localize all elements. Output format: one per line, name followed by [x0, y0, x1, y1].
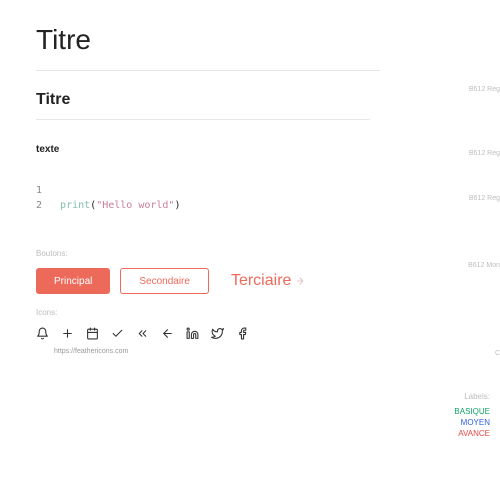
- font-note: B612 Reg: [469, 195, 500, 202]
- divider: [36, 70, 380, 71]
- line-number: 1: [36, 183, 48, 198]
- arrow-left-icon: [161, 327, 174, 340]
- code-bracket: ): [174, 200, 180, 211]
- label-avance: AVANCE: [454, 429, 490, 438]
- bell-icon: [36, 327, 49, 340]
- linkedin-icon: [186, 327, 199, 340]
- labels-section-label: Labels:: [454, 392, 490, 401]
- section-title: Titre: [36, 91, 500, 109]
- label-basique: BASIQUE: [454, 407, 490, 416]
- calendar-icon: [86, 327, 99, 340]
- line-number: 2: [36, 198, 48, 213]
- secondary-button[interactable]: Secondaire: [120, 268, 209, 294]
- edge-letter: C: [495, 350, 500, 357]
- code-block: 1 2 print("Hello world"): [36, 183, 500, 213]
- icons-link[interactable]: https://feathericons.com: [54, 348, 500, 355]
- icons-section-label: Icons:: [36, 308, 500, 317]
- plus-icon: [61, 327, 74, 340]
- body-text: texte: [36, 144, 500, 155]
- primary-button[interactable]: Principal: [36, 268, 110, 294]
- buttons-section-label: Boutons:: [36, 249, 500, 258]
- tertiary-button-label: Terciaire: [231, 272, 291, 290]
- labels-block: Labels: BASIQUE MOYEN AVANCE: [454, 392, 490, 440]
- facebook-icon: [236, 327, 249, 340]
- font-note: B612 Mon: [468, 262, 500, 269]
- code-string: "Hello world": [96, 200, 174, 211]
- button-row: Principal Secondaire Terciaire: [36, 268, 500, 294]
- divider: [36, 119, 370, 120]
- page-title: Titre: [36, 24, 500, 56]
- tertiary-button[interactable]: Terciaire: [225, 272, 311, 290]
- twitter-icon: [211, 327, 224, 340]
- font-note: B612 Reg: [469, 86, 500, 93]
- check-icon: [111, 327, 124, 340]
- label-moyen: MOYEN: [454, 418, 490, 427]
- icons-row: [36, 327, 500, 340]
- chevrons-left-icon: [136, 327, 149, 340]
- code-fn: print: [60, 200, 90, 211]
- font-note: B612 Reg: [469, 150, 500, 157]
- arrow-right-icon: [295, 276, 305, 286]
